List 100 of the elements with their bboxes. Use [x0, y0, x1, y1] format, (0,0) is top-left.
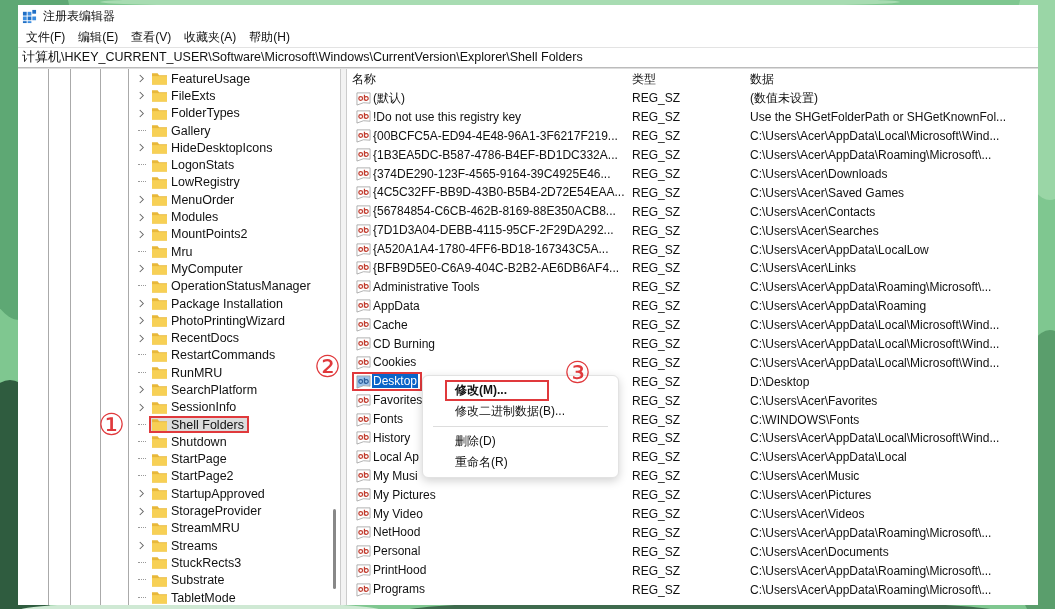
value-name[interactable]: Cookies	[372, 355, 418, 370]
tree-item[interactable]: Mru	[149, 243, 198, 261]
table-cell-text: C:\Users\Acer\AppData\Local\Microsoft\Wind...	[749, 337, 1001, 351]
tree-item[interactable]: Modules	[149, 208, 224, 226]
value-name[interactable]: {BFB9D5E0-C6A9-404C-B2B2-AE6DB6AF4...	[372, 260, 621, 275]
value-name[interactable]: {A520A1A4-1780-4FF6-BD18-167343C5A...	[372, 242, 610, 257]
value-name[interactable]: {374DE290-123F-4565-9164-39C4925E46...	[372, 166, 612, 181]
value-name[interactable]: Programs	[372, 582, 426, 597]
column-header[interactable]: 类型	[627, 70, 745, 88]
folder-icon	[152, 435, 167, 449]
tree-item[interactable]: MyComputer	[149, 260, 248, 278]
folder-icon	[152, 158, 167, 172]
folder-icon	[152, 89, 167, 103]
tree-item[interactable]: HideDesktopIcons	[149, 139, 278, 157]
value-name[interactable]: Desktop	[372, 374, 419, 389]
menu-item[interactable]: 编辑(E)	[78, 27, 119, 47]
value-name[interactable]: Administrative Tools	[372, 279, 481, 294]
table-cell-text: C:\Users\Acer\Videos	[749, 507, 866, 522]
tree-item[interactable]: LogonStats	[149, 156, 240, 174]
string-value-icon	[356, 487, 371, 503]
menu-item[interactable]: 帮助(H)	[249, 27, 290, 47]
value-name[interactable]: Cache	[372, 317, 409, 332]
value-name[interactable]: My Pictures	[372, 487, 437, 502]
menu-item[interactable]: 修改二进制数据(B)...	[445, 401, 575, 422]
tree-item[interactable]: Package Installation	[149, 295, 288, 312]
value-name[interactable]: {56784854-C6CB-462B-8169-88E350ACB8...	[372, 204, 617, 219]
tree-item[interactable]: MountPoints2	[149, 225, 253, 243]
tree-item[interactable]: StuckRects3	[149, 554, 247, 572]
value-name[interactable]: Local Ap	[372, 449, 421, 464]
tree-item[interactable]: Shell Folders	[149, 416, 249, 434]
tree-item[interactable]: StartPage2	[149, 467, 239, 485]
value-name[interactable]: CD Burning	[372, 336, 437, 351]
value-name[interactable]: !Do not use this registry key	[372, 109, 523, 124]
folder-icon	[152, 210, 167, 224]
tree-item[interactable]: LowRegistry	[149, 173, 245, 191]
value-name[interactable]: History	[372, 431, 412, 445]
tree-item[interactable]: Shutdown	[149, 433, 232, 451]
tree-item[interactable]: MenuOrder	[149, 191, 240, 209]
tree-item[interactable]: FeatureUsage	[149, 70, 256, 88]
value-name[interactable]: {1B3EA5DC-B587-4786-B4EF-BD1DC332A...	[372, 147, 619, 162]
menu-item[interactable]: 查看(V)	[131, 27, 172, 47]
table-cell-text: C:\Users\Acer\Favorites	[749, 393, 879, 408]
table-cell-text: C:\Users\Acer\AppData\Local\Microsoft\Wind...	[749, 318, 1001, 333]
value-name[interactable]: Favorites	[372, 393, 424, 408]
string-value-icon	[356, 90, 371, 106]
table-cell-text: C:\Users\Acer\AppData\Roaming\Microsoft\...	[749, 525, 993, 540]
table-cell-text: REG_SZ	[631, 393, 681, 408]
value-name[interactable]: AppData	[372, 298, 421, 313]
table-cell-text: C:\Users\Acer\Saved Games	[749, 185, 906, 200]
tree-item[interactable]: StorageProvider	[149, 502, 267, 520]
menu-item[interactable]: 重命名(R)	[445, 452, 518, 473]
value-name[interactable]: Fonts	[372, 412, 404, 427]
tree-item[interactable]: Gallery	[149, 122, 216, 140]
value-name[interactable]: My Video	[372, 506, 424, 521]
tree-item[interactable]: Streams	[149, 537, 223, 555]
folder-icon	[152, 591, 167, 605]
value-name[interactable]: (默认)	[372, 89, 406, 107]
menu-item[interactable]: 删除(D)	[445, 431, 506, 452]
value-name[interactable]: Personal	[372, 544, 422, 559]
tree-item[interactable]: PhotoPrintingWizard	[149, 312, 290, 330]
table-cell-text: REG_SZ	[631, 299, 681, 314]
folder-icon	[152, 400, 167, 414]
tree-item[interactable]: TabletMode	[149, 589, 241, 607]
table-cell-text: REG_SZ	[631, 431, 681, 446]
folder-icon	[152, 504, 167, 518]
tree-item[interactable]: StartPage	[149, 450, 232, 468]
table-cell-text: C:\Users\Acer\AppData\Roaming\Microsoft\...	[749, 563, 993, 578]
string-value-icon	[356, 449, 371, 465]
tree-item[interactable]: Substrate	[149, 571, 230, 589]
folder-icon	[152, 383, 167, 397]
tree-item[interactable]: StartupApproved	[149, 485, 270, 503]
value-name[interactable]: NetHood	[372, 525, 422, 540]
tree-item[interactable]: FolderTypes	[149, 104, 245, 122]
value-name[interactable]: {00BCFC5A-ED94-4E48-96A1-3F6217F219...	[372, 128, 619, 143]
tree-item[interactable]: RestartCommands	[149, 346, 281, 364]
tree-item[interactable]: StreamMRU	[149, 519, 245, 537]
table-cell-text: REG_SZ	[631, 185, 681, 200]
menu-item[interactable]: 文件(F)	[26, 27, 66, 47]
tree-item[interactable]: FileExts	[149, 87, 221, 105]
tree-item[interactable]: RunMRU	[149, 364, 228, 382]
table-cell-text: (数值未设置)	[749, 89, 819, 107]
tree-item[interactable]: SessionInfo	[149, 398, 242, 416]
tree-item[interactable]: SearchPlatform	[149, 381, 263, 399]
column-header[interactable]: 数据	[745, 70, 1038, 88]
string-value-icon	[356, 279, 371, 295]
string-value-icon	[356, 222, 371, 238]
value-name[interactable]: PrintHood	[372, 563, 428, 578]
address-bar[interactable]: 计算机\HKEY_CURRENT_USER\Software\Microsoft\Windows\CurrentVersion\Explorer\Shell Folders	[18, 47, 1038, 68]
column-header[interactable]: 名称	[347, 70, 627, 88]
value-name[interactable]: {7D1D3A04-DEBB-4115-95CF-2F29DA292...	[372, 223, 615, 238]
table-cell-text: C:\Users\Acer\AppData\Roaming\Microsoft\...	[749, 582, 993, 597]
tree-item[interactable]: OperationStatusManager	[149, 277, 316, 295]
folder-icon	[152, 297, 167, 310]
tree-item[interactable]: RecentDocs	[149, 329, 245, 347]
value-name[interactable]: {4C5C32FF-BB9D-43B0-B5B4-2D72E54EAA...	[372, 185, 626, 200]
value-name[interactable]: My Musi	[372, 468, 419, 483]
table-cell-text: REG_SZ	[631, 412, 681, 427]
menu-item[interactable]: 修改(M)...	[445, 380, 549, 401]
folder-icon	[152, 314, 167, 328]
menu-item[interactable]: 收藏夹(A)	[184, 27, 237, 47]
